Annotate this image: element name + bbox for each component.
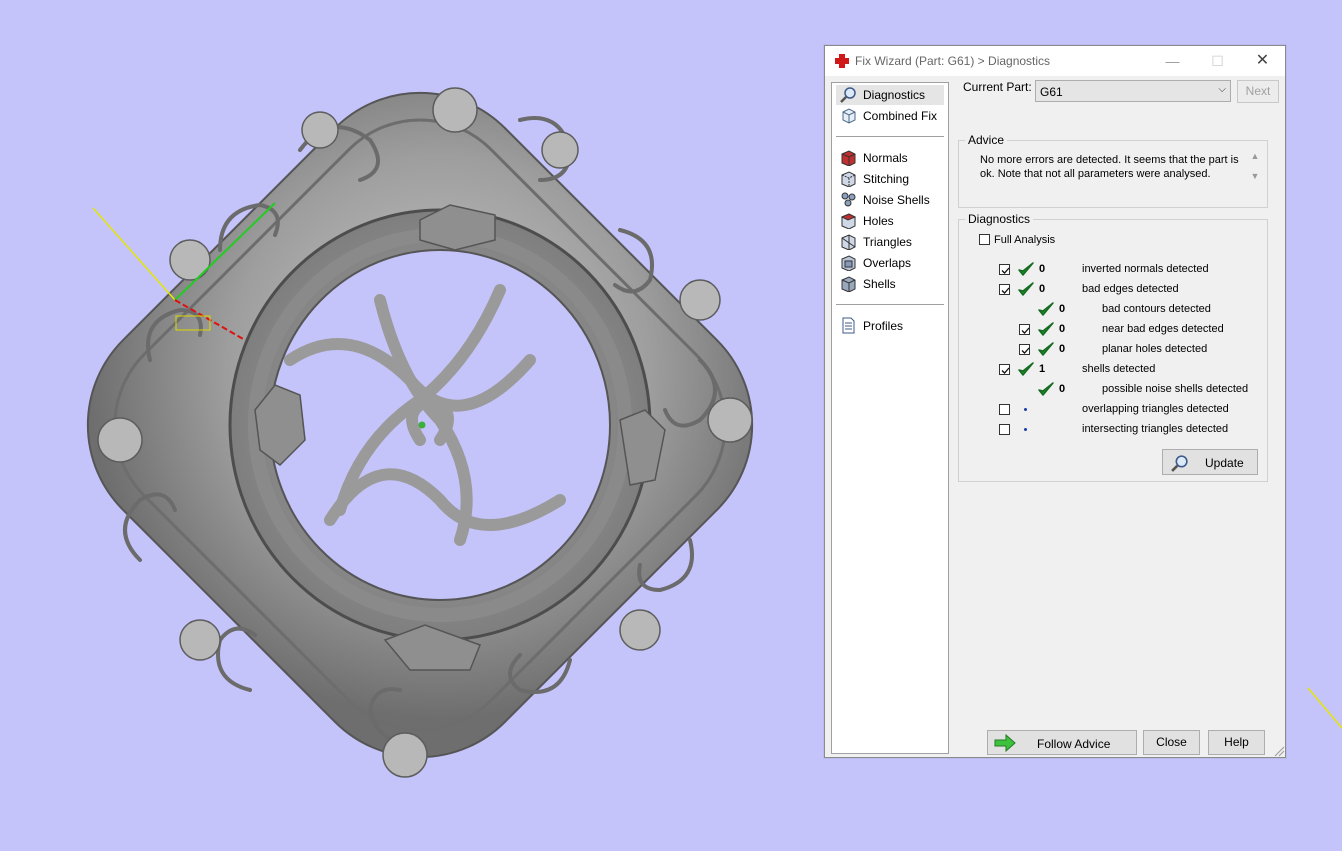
full-analysis-checkbox[interactable]: [979, 234, 990, 245]
diagnostic-count: 0: [1059, 343, 1066, 355]
resize-grip-icon[interactable]: [1273, 745, 1285, 757]
advice-scrollbar[interactable]: ▲ ▼: [1248, 151, 1262, 197]
advice-group-title: Advice: [965, 133, 1008, 147]
status-dot: [1024, 408, 1027, 411]
green-check-icon: [1037, 381, 1055, 399]
maximize-button[interactable]: ☐: [1195, 46, 1240, 76]
diagnostic-label: intersecting triangles detected: [1082, 423, 1229, 435]
nav-item-triangles[interactable]: Triangles: [836, 232, 944, 252]
stitching-icon: [841, 171, 856, 187]
nav-item-noise-shells[interactable]: Noise Shells: [836, 190, 944, 210]
diagnostic-label: near bad edges detected: [1102, 323, 1224, 335]
overlaps-icon: [841, 255, 856, 271]
diagnostic-count: 0: [1059, 383, 1066, 395]
advice-text: No more errors are detected. It seems th…: [980, 153, 1250, 197]
normals-icon: [841, 150, 856, 166]
red-cross-icon: [835, 54, 849, 68]
next-button[interactable]: Next: [1237, 80, 1279, 103]
follow-advice-label: Follow Advice: [1037, 737, 1111, 751]
nav-item-diagnostics[interactable]: Diagnostics: [836, 85, 944, 105]
nav-item-shells[interactable]: Shells: [836, 274, 944, 294]
green-check-icon: [1037, 301, 1055, 319]
current-part-label: Current Part:: [963, 80, 1032, 94]
full-analysis-label: Full Analysis: [994, 234, 1056, 246]
diagnostic-label: planar holes detected: [1102, 343, 1208, 355]
current-part-select[interactable]: G61 ⌵: [1035, 80, 1231, 102]
help-button[interactable]: Help: [1208, 730, 1265, 755]
arrow-right-icon: [994, 734, 1016, 752]
green-check-icon: [1037, 341, 1055, 359]
profiles-icon: [842, 317, 855, 334]
diagnostic-label: shells detected: [1082, 363, 1156, 375]
minimize-button[interactable]: —: [1150, 46, 1195, 76]
shells-icon: [841, 276, 856, 292]
diagnostic-count: 0: [1059, 303, 1066, 315]
title-bar[interactable]: Fix Wizard (Part: G61) > Diagnostics — ☐…: [825, 46, 1285, 76]
nav-separator: [836, 304, 944, 305]
triangles-icon: [841, 234, 856, 250]
nav-item-holes[interactable]: Holes: [836, 211, 944, 231]
noise-shells-icon: [841, 192, 856, 207]
nav-item-combined-fix[interactable]: Combined Fix: [836, 106, 944, 126]
nav-item-normals[interactable]: Normals: [836, 148, 944, 168]
update-button[interactable]: Update: [1162, 449, 1258, 475]
diagnostic-checkbox[interactable]: [999, 284, 1010, 295]
close-button[interactable]: Close: [1143, 730, 1200, 755]
diagnostic-count: 0: [1039, 283, 1046, 295]
diagnostic-checkbox[interactable]: [999, 264, 1010, 275]
diagnostic-checkbox[interactable]: [1019, 324, 1030, 335]
diagnostic-label: inverted normals detected: [1082, 263, 1209, 275]
window-title: Fix Wizard (Part: G61) > Diagnostics: [855, 54, 1051, 68]
diagnostic-count: 0: [1039, 263, 1046, 275]
diagnostic-checkbox[interactable]: [999, 424, 1010, 435]
nav-item-profiles[interactable]: Profiles: [836, 316, 944, 336]
wizard-nav: Diagnostics Combined Fix Normals Stitchi…: [831, 82, 949, 754]
green-check-icon: [1037, 321, 1055, 339]
diagnostic-label: possible noise shells detected: [1102, 383, 1249, 395]
green-check-icon: [1017, 361, 1035, 379]
close-window-button[interactable]: ✕: [1240, 46, 1285, 76]
diagnostic-count: 0: [1059, 323, 1066, 335]
chevron-down-icon: ⌵: [1218, 84, 1226, 95]
nav-item-overlaps[interactable]: Overlaps: [836, 253, 944, 273]
magnifier-icon: [840, 87, 856, 103]
diagnostic-checkbox[interactable]: [999, 364, 1010, 375]
current-part-value: G61: [1040, 85, 1063, 99]
diagnostic-checkbox[interactable]: [999, 404, 1010, 415]
follow-advice-button[interactable]: Follow Advice: [987, 730, 1137, 755]
cube-icon: [842, 108, 856, 124]
nav-separator: [836, 136, 944, 137]
status-dot: [1024, 428, 1027, 431]
diagnostic-label: overlapping triangles detected: [1082, 403, 1229, 415]
green-check-icon: [1017, 281, 1035, 299]
diagnostic-label: bad edges detected: [1082, 283, 1179, 295]
magnifier-icon: [1171, 455, 1188, 472]
update-label: Update: [1205, 456, 1244, 470]
diagnostics-group-title: Diagnostics: [965, 212, 1034, 226]
diagnostic-label: bad contours detected: [1102, 303, 1211, 315]
diagnostic-count: 1: [1039, 363, 1046, 375]
holes-icon: [840, 213, 857, 229]
nav-item-stitching[interactable]: Stitching: [836, 169, 944, 189]
green-check-icon: [1017, 261, 1035, 279]
fix-wizard-dialog: Fix Wizard (Part: G61) > Diagnostics — ☐…: [824, 45, 1286, 758]
diagnostic-checkbox[interactable]: [1019, 344, 1030, 355]
